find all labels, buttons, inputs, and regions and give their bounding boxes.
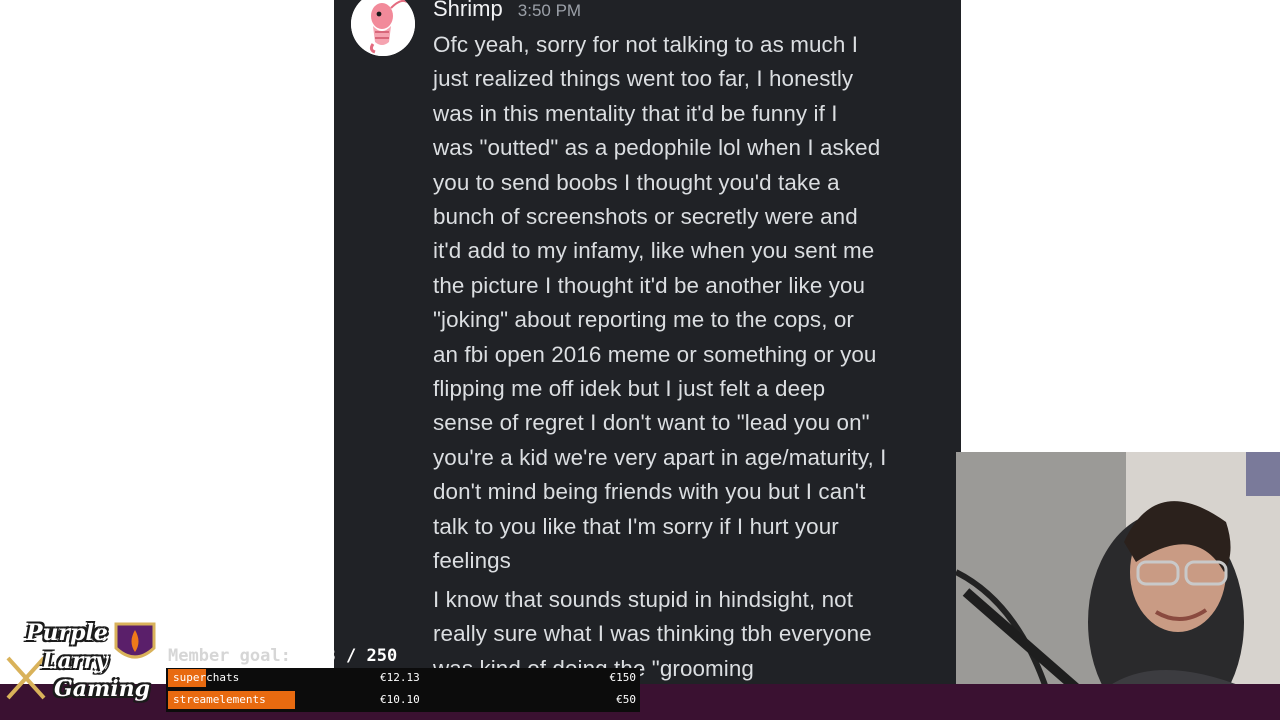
goal-name: superchats bbox=[173, 671, 240, 684]
goal-target: €150 bbox=[609, 671, 637, 684]
goal-row-streamelements: streamelements €10.10 €50 bbox=[168, 691, 638, 709]
member-goal: Member goal: 308 / 250 bbox=[168, 646, 397, 666]
message-line: an fbi open 2016 meme or something or yo… bbox=[433, 341, 877, 367]
message-line: really sure what I was thinking tbh ever… bbox=[433, 621, 872, 647]
goal-row-superchats: superchats €12.13 €150 bbox=[168, 669, 638, 687]
message-line: you to send boobs I thought you'd take a bbox=[433, 169, 840, 195]
message-line: feelings bbox=[433, 548, 511, 574]
goal-name: streamelements bbox=[173, 693, 266, 706]
message-header: Shrimp 3:50 PM bbox=[433, 0, 581, 22]
message-line: "joking" about reporting me to the cops,… bbox=[433, 307, 854, 333]
chat-panel: Shrimp 3:50 PM Ofc yeah, sorry for not t… bbox=[334, 0, 961, 684]
timestamp: 3:50 PM bbox=[517, 1, 582, 20]
member-goal-label: Member goal: bbox=[168, 646, 291, 666]
member-goal-value: 308 / 250 bbox=[305, 646, 398, 666]
logo-word: Purple bbox=[26, 620, 108, 646]
message-line: the picture I thought it'd be another li… bbox=[433, 272, 866, 298]
message-line: Ofc yeah, sorry for not talking to as mu… bbox=[433, 32, 859, 57]
message-line: was in this mentality that it'd be funny… bbox=[433, 100, 838, 126]
channel-logo: Purple Larry Gaming bbox=[4, 614, 168, 720]
goal-current: €10.10 bbox=[380, 693, 420, 706]
shrimp-avatar-icon[interactable] bbox=[351, 0, 415, 56]
webcam-feed bbox=[956, 452, 1280, 688]
message-line: it'd add to my infamy, like when you sen… bbox=[433, 238, 875, 264]
goal-target: €50 bbox=[616, 693, 636, 706]
message-line: just realized things went too far, I hon… bbox=[433, 66, 854, 92]
username[interactable]: Shrimp bbox=[433, 0, 503, 21]
message-line: sense of regret I don't want to "lead yo… bbox=[433, 410, 870, 436]
message-text: Ofc yeah, sorry for not talking to as mu… bbox=[433, 28, 948, 579]
message-line: don't mind being friends with you but I … bbox=[433, 479, 866, 505]
message-line: talk to you like that I'm sorry if I hur… bbox=[433, 513, 839, 539]
message-line: flipping me off idek but I just felt a d… bbox=[433, 376, 826, 402]
message-line: was "outted" as a pedophile lol when I a… bbox=[433, 135, 881, 161]
message-line: I know that sounds stupid in hindsight, … bbox=[433, 587, 854, 612]
logo-word: Gaming bbox=[54, 676, 151, 702]
logo-word: Larry bbox=[42, 648, 108, 674]
goal-current: €12.13 bbox=[380, 671, 420, 684]
message-line: bunch of screenshots or secretly were an… bbox=[433, 204, 858, 230]
message-line: you're a kid we're very apart in age/mat… bbox=[433, 444, 887, 470]
